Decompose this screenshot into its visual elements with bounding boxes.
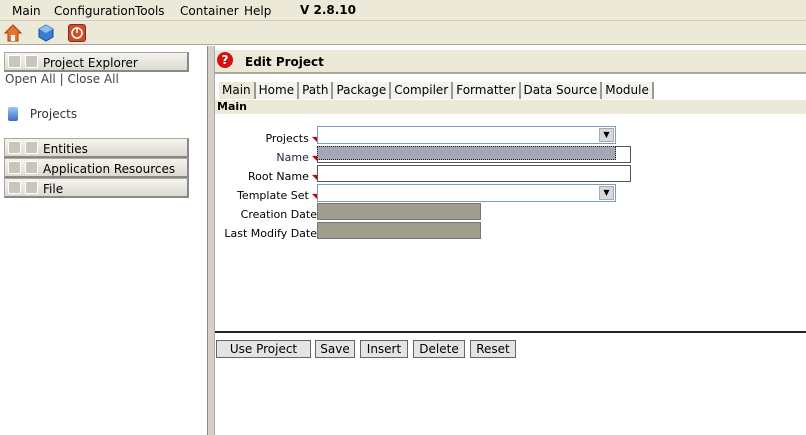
tree-item-projects[interactable]: Projects [8,106,77,121]
chevron-down-icon[interactable]: ▼ [599,128,614,142]
projects-label: Projects ◥ [265,132,318,145]
insert-button[interactable]: Insert [360,340,408,358]
minimize-icon[interactable] [8,181,21,194]
reset-button[interactable]: Reset [470,340,516,358]
root-name-label: Root Name ◥ [248,170,318,183]
tab-path[interactable]: Path [299,82,334,99]
root-name-field[interactable] [317,165,631,182]
help-icon[interactable]: ? [217,52,233,68]
link-separator: | [59,72,64,86]
home-icon[interactable] [3,24,23,42]
close-all-link[interactable]: Close All [67,72,118,86]
name-field-focus [317,146,616,160]
open-close-links: Open All | Close All [5,72,119,86]
version-label: V 2.8.10 [300,3,356,17]
label-text: Template Set [237,189,309,202]
database-icon[interactable] [37,24,55,42]
template-set-select[interactable]: ▼ [317,184,616,202]
minimize-icon[interactable] [8,55,21,68]
label-text: Root Name [247,170,309,183]
menu-container[interactable]: Container [180,4,239,18]
open-all-link[interactable]: Open All [5,72,56,86]
tree-item-label: Projects [29,106,78,121]
minimize-icon[interactable] [8,141,21,154]
projects-select[interactable]: ▼ [317,126,616,144]
last-modify-date-field [317,222,481,239]
tab-module[interactable]: Module [602,82,654,99]
file-header[interactable]: File [4,178,189,198]
toolbar [0,21,806,45]
tab-bar: Main Home Path Package Compiler Formatter Data… [219,82,654,100]
button-row: Use Project Save Insert Delete Reset [215,331,806,358]
tab-package[interactable]: Package [333,82,392,99]
template-set-label: Template Set ◥ [237,189,318,202]
power-icon[interactable] [68,24,86,42]
section-title: Application Resources [43,162,176,176]
editor-title: Edit Project [245,55,324,69]
tab-data-source[interactable]: Data Source [520,82,603,99]
restore-icon[interactable] [25,141,38,154]
label-text: Name [276,151,309,164]
project-explorer-title: Project Explorer [43,56,138,70]
restore-icon[interactable] [25,55,38,68]
chevron-down-icon[interactable]: ▼ [599,186,614,200]
use-project-button[interactable]: Use Project [216,340,311,358]
last-modify-date-label: Last Modify Date [224,227,317,240]
edit-project-panel: ? Edit Project Main Home Path Package Compil… [215,46,806,435]
tab-formatter[interactable]: Formatter [453,82,521,99]
creation-date-field [317,203,481,220]
section-header: Main [215,100,806,114]
tab-home[interactable]: Home [255,82,300,99]
application-resources-header[interactable]: Application Resources [4,158,189,178]
delete-button[interactable]: Delete [413,340,465,358]
computer-icon [8,106,18,121]
label-text: Projects [265,132,309,145]
minimize-icon[interactable] [8,161,21,174]
section-title: File [43,182,64,196]
entities-header[interactable]: Entities [4,138,189,158]
restore-icon[interactable] [25,161,38,174]
editor-title-bar: ? Edit Project [215,50,806,74]
menu-help[interactable]: Help [244,4,271,18]
menu-tools[interactable]: Tools [135,4,165,18]
menu-bar: Main Configuration Tools Container Help … [0,0,806,21]
project-explorer-panel: Project Explorer Open All | Close All Pr… [0,46,208,435]
creation-date-label: Creation Date [240,208,317,221]
panel-splitter[interactable] [207,46,215,435]
name-label: Name ◥ [276,151,318,164]
project-explorer-header[interactable]: Project Explorer [4,52,189,72]
section-title: Entities [43,142,88,156]
restore-icon[interactable] [25,181,38,194]
tab-compiler[interactable]: Compiler [391,82,454,99]
menu-configuration[interactable]: Configuration [54,4,135,18]
tab-main[interactable]: Main [219,82,256,99]
save-button[interactable]: Save [315,340,355,358]
menu-main[interactable]: Main [12,4,41,18]
